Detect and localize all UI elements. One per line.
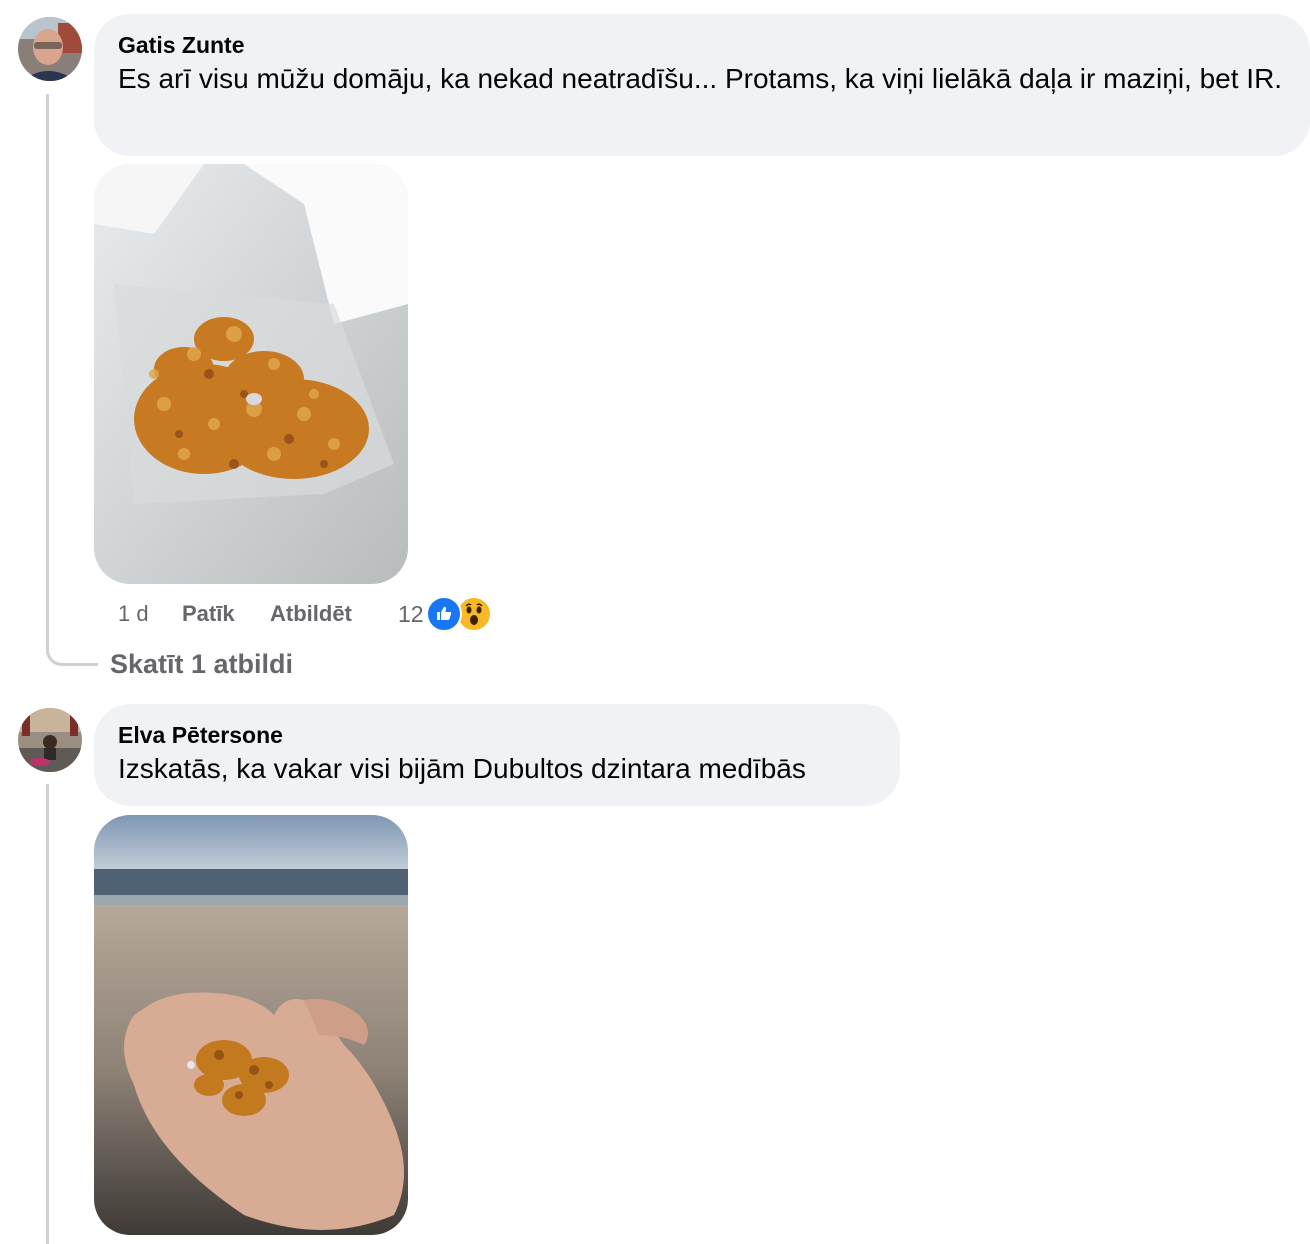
comment-author[interactable]: Elva Pētersone [118, 721, 876, 749]
comment-text-content: Izskatās, ka vakar visi bijām Dubultos d… [118, 753, 806, 784]
comment-bubble: Elva Pētersone Izskatās, ka vakar visi b… [94, 704, 900, 859]
thread-line-curve [46, 630, 98, 666]
comment-time[interactable]: 1 d [118, 601, 182, 627]
comments-section: Gatis Zunte Es arī visu mūžu domāju, ka … [0, 0, 1310, 1244]
comment-photo[interactable] [94, 164, 408, 584]
like-button[interactable]: Patīk [182, 601, 270, 627]
thread-line [46, 784, 49, 1244]
avatar[interactable] [18, 708, 82, 772]
thread-line [46, 94, 49, 654]
comment-author[interactable]: Gatis Zunte [118, 31, 1286, 59]
reaction-count[interactable]: 12 [398, 601, 424, 628]
reply-button[interactable]: Atbildēt [270, 601, 398, 627]
avatar[interactable] [18, 17, 82, 81]
comment-text: Es arī visu mūžu domāju, ka nekad neatra… [118, 63, 1283, 94]
comment-bubble: Gatis Zunte Es arī visu mūžu domāju, ka … [94, 14, 1310, 156]
like-icon[interactable] [425, 596, 462, 632]
view-replies-link[interactable]: Skatīt 1 atbildi [110, 646, 293, 682]
comment-actions: 1 d Patīk Atbildēt 12 [118, 596, 492, 632]
comment-photo[interactable] [94, 815, 408, 1235]
